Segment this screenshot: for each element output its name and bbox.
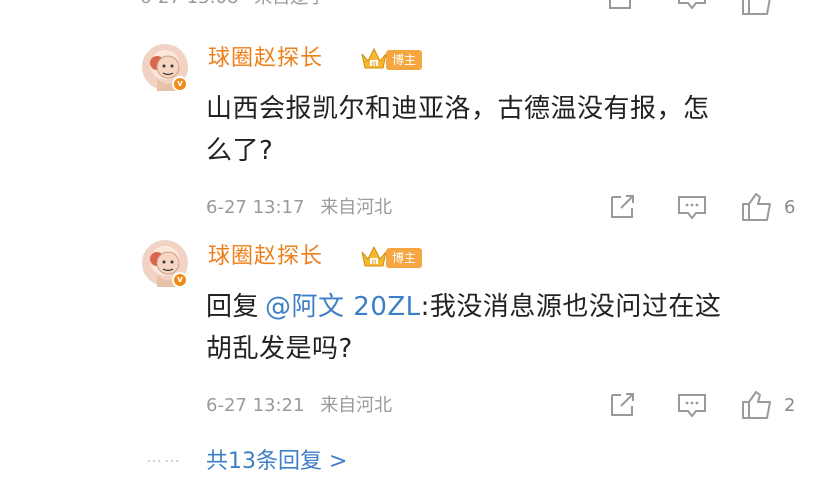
comment-source: 来自河北 [320, 197, 393, 218]
share-icon[interactable] [608, 193, 638, 221]
blogger-badge: 博主 [386, 50, 423, 70]
like-icon[interactable] [740, 390, 774, 420]
mention-link[interactable]: @阿文 20ZL [265, 292, 421, 322]
verified-icon: v [172, 272, 188, 288]
comment-icon[interactable] [676, 194, 708, 222]
svg-text:III: III [371, 259, 377, 266]
reply-prefix: 回复 [206, 292, 260, 322]
reply-text: :我没消息源也没问过在这 [420, 292, 722, 322]
prev-time: 6-27 13:08 [140, 0, 238, 8]
prev-comment-icon[interactable] [676, 0, 708, 12]
like-count: 2 [784, 395, 796, 416]
prev-share-icon[interactable] [606, 0, 636, 12]
like-icon[interactable] [740, 192, 774, 222]
comment-source: 来自河北 [320, 395, 393, 416]
comment-line: 山西会报凯尔和迪亚洛，古德温没有报，怎 [206, 94, 710, 124]
comment-text: 山西会报凯尔和迪亚洛，古德温没有报，怎 么了? [206, 88, 806, 172]
username[interactable]: 球圈赵探长 [208, 243, 323, 271]
username[interactable]: 球圈赵探长 [208, 45, 323, 73]
like-count: 6 [784, 197, 796, 218]
blogger-badge: 博主 [386, 248, 423, 268]
prev-comment-meta: 6-27 13:08 来自辽宁 [140, 0, 326, 10]
more-replies-link[interactable]: 共13条回复 > [206, 448, 347, 476]
comment-time: 6-27 13:21 [206, 395, 305, 416]
vip-crown-icon: III [361, 245, 387, 267]
prev-like-icon[interactable] [740, 0, 774, 16]
vip-crown-icon: III [361, 47, 387, 69]
svg-text:III: III [371, 61, 377, 68]
comment-text: 回复 @阿文 20ZL:我没消息源也没问过在这 胡乱发是吗? [206, 286, 806, 370]
comment-time: 6-27 13:17 [206, 197, 305, 218]
verified-icon: v [172, 76, 188, 92]
share-icon[interactable] [608, 391, 638, 419]
comment-line: 胡乱发是吗? [206, 334, 353, 364]
comment-meta: 6-27 13:17 来自河北 [206, 196, 392, 220]
comment-icon[interactable] [676, 392, 708, 420]
more-dots: ⋯⋯ [146, 451, 182, 470]
comment-line: 回复 @阿文 20ZL:我没消息源也没问过在这 [206, 286, 806, 328]
comment-line: 么了? [206, 136, 274, 166]
prev-source: 来自辽宁 [254, 0, 326, 8]
comment-meta: 6-27 13:21 来自河北 [206, 394, 392, 418]
